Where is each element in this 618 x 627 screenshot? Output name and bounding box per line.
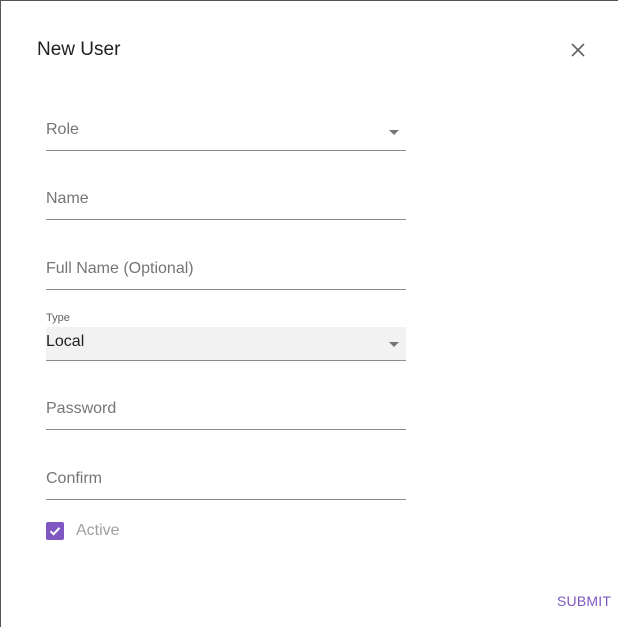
full-name-input[interactable]: Full Name (Optional) [46,250,406,290]
confirm-password-input[interactable]: Confirm [46,460,406,500]
active-label: Active [76,522,120,539]
confirm-placeholder: Confirm [46,470,103,487]
name-input[interactable]: Name [46,180,406,220]
type-select[interactable]: Local [46,327,406,361]
name-placeholder: Name [46,190,89,207]
type-label: Type [46,312,70,324]
submit-button[interactable]: SUBMIT [549,591,618,611]
close-button[interactable] [567,39,589,61]
chevron-down-icon [389,342,399,347]
role-select[interactable]: Role [46,111,406,151]
active-checkbox-row[interactable]: Active [46,521,120,541]
chevron-down-icon [389,130,399,135]
check-icon [49,527,61,536]
active-checkbox[interactable] [46,522,64,540]
dialog-title: New User [37,39,121,60]
full-name-placeholder: Full Name (Optional) [46,260,194,277]
close-icon [571,43,585,57]
type-value: Local [46,333,85,350]
new-user-dialog: New User Role Name Full Name (Optional) … [0,0,618,627]
password-placeholder: Password [46,400,117,417]
role-placeholder: Role [46,121,79,138]
password-input[interactable]: Password [46,390,406,430]
